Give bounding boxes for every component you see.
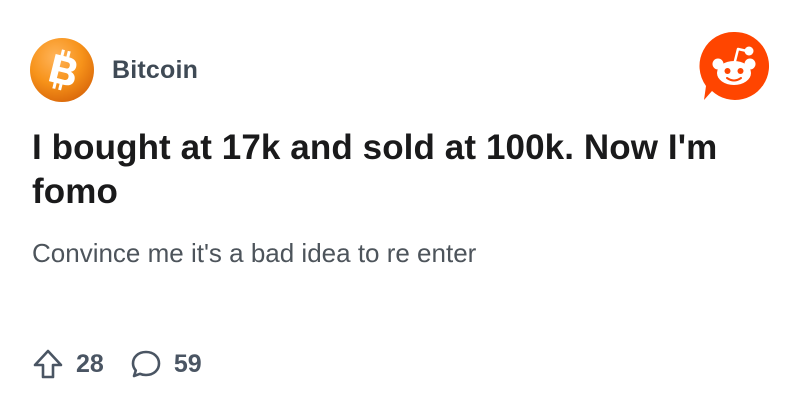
post-actions: 28 59 [32,344,228,384]
post-title[interactable]: I bought at 17k and sold at 100k. Now I'… [32,126,772,214]
upvote-count: 28 [76,349,104,378]
post-body: Convince me it's a bad idea to re enter [32,238,477,268]
post-header: Bitcoin [30,38,198,102]
upvote-button[interactable]: 28 [32,348,104,380]
post-card[interactable]: Bitcoin I bought at 17k and sold at 100k… [0,0,800,417]
subreddit-name[interactable]: Bitcoin [112,56,198,85]
comment-count: 59 [173,349,202,378]
reddit-logo-icon [699,31,770,100]
bitcoin-icon[interactable] [30,38,94,102]
upvote-arrow-icon[interactable] [32,348,64,380]
comment-bubble-icon[interactable] [130,348,162,380]
comments-button[interactable]: 59 [130,348,202,380]
